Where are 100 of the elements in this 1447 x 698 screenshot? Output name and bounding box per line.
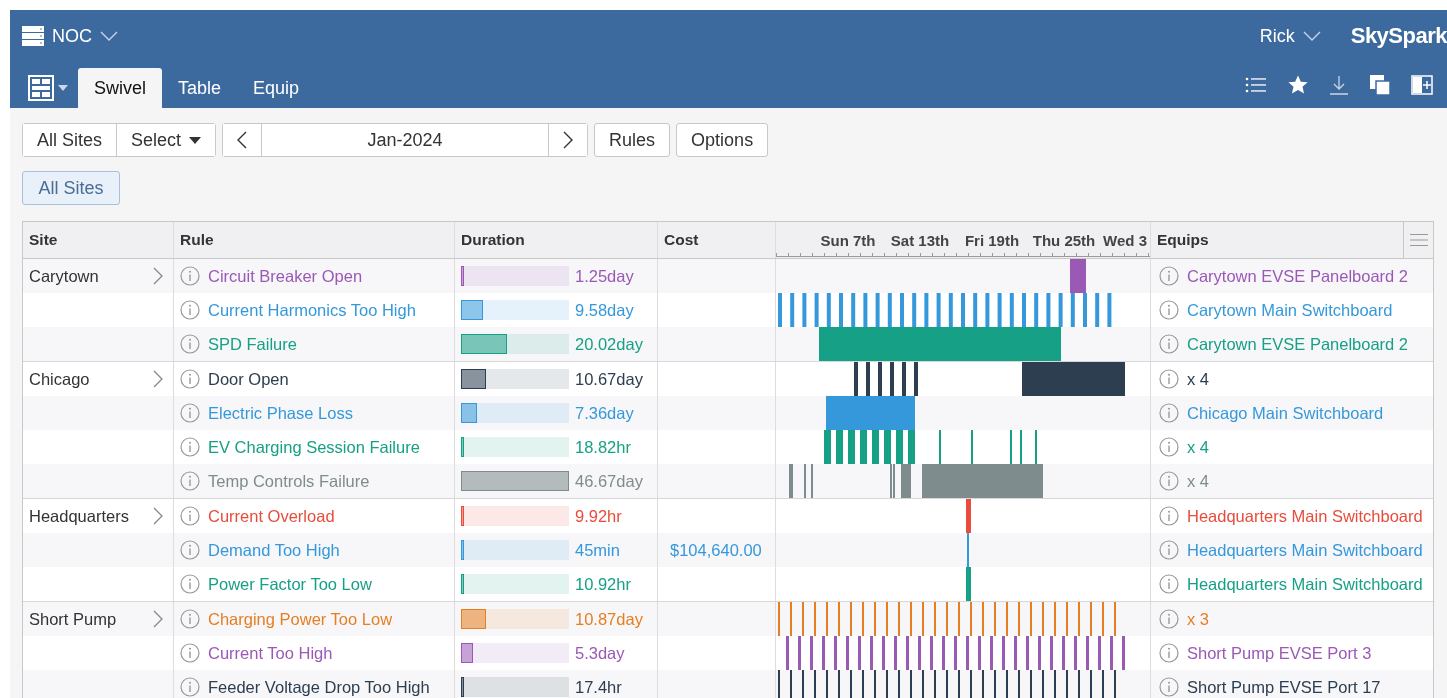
equip-link[interactable]: x 4	[1187, 437, 1209, 457]
rule-link[interactable]: Temp Controls Failure	[208, 471, 370, 491]
info-icon[interactable]	[180, 540, 200, 560]
options-button[interactable]: Options	[676, 123, 769, 157]
duration-value: 10.87day	[575, 609, 643, 629]
equip-link[interactable]: Short Pump EVSE Port 17	[1187, 677, 1381, 697]
equip-link[interactable]: Headquarters Main Switchboard	[1187, 574, 1423, 594]
rule-link[interactable]: Door Open	[208, 369, 289, 389]
info-icon[interactable]	[180, 677, 200, 697]
list-button[interactable]	[1245, 76, 1267, 94]
equip-link[interactable]: Carytown EVSE Panelboard 2	[1187, 266, 1409, 286]
info-icon[interactable]	[1159, 471, 1179, 491]
next-button[interactable]	[548, 124, 588, 156]
select-dropdown[interactable]: Select	[116, 124, 216, 156]
rule-link[interactable]: Circuit Breaker Open	[208, 266, 363, 286]
chevron-right-icon[interactable]	[153, 267, 163, 285]
rule-link[interactable]: Current Harmonics Too High	[208, 300, 416, 320]
info-icon[interactable]	[1159, 437, 1179, 457]
rule-link[interactable]: Charging Power Too Low	[208, 609, 393, 629]
equip-link[interactable]: Short Pump EVSE Port 3	[1187, 643, 1372, 663]
site-filter-chip[interactable]: All Sites	[22, 171, 120, 205]
chevron-right-icon[interactable]	[153, 507, 163, 525]
timeline-bar	[778, 602, 780, 636]
site-name: Carytown	[29, 266, 99, 286]
timeline-label: Thu 25th	[1032, 232, 1096, 249]
rule-link[interactable]: Power Factor Too Low	[208, 574, 372, 594]
info-icon[interactable]	[180, 437, 200, 457]
info-icon[interactable]	[1159, 403, 1179, 423]
info-icon[interactable]	[1159, 609, 1179, 629]
info-icon[interactable]	[180, 403, 200, 423]
timeline-label: Sat 13th	[890, 232, 950, 249]
rule-link[interactable]: Electric Phase Loss	[208, 403, 353, 423]
info-icon[interactable]	[1159, 369, 1179, 389]
chevron-left-icon	[237, 131, 248, 149]
rule-link[interactable]: SPD Failure	[208, 334, 297, 354]
copy-button[interactable]	[1369, 74, 1391, 96]
info-icon[interactable]	[180, 266, 200, 286]
duration-value: 5.3day	[575, 643, 625, 663]
rule-link[interactable]: Current Too High	[208, 643, 333, 663]
equip-link[interactable]: x 4	[1187, 369, 1209, 389]
site-name: Short Pump	[29, 609, 117, 629]
star-icon	[1287, 74, 1309, 96]
equip-link[interactable]: Carytown EVSE Panelboard 2	[1187, 334, 1409, 354]
chevron-right-icon[interactable]	[153, 370, 163, 388]
timeline-bar	[802, 293, 807, 327]
column-header: Cost	[664, 231, 699, 249]
download-icon	[1329, 74, 1349, 96]
tab[interactable]: Swivel	[78, 68, 162, 108]
duration-value: 17.4hr	[575, 677, 622, 697]
duration-value: 46.67day	[575, 471, 643, 491]
rule-link[interactable]: Feeder Voltage Drop Too High	[208, 677, 430, 697]
column-header: Duration	[461, 231, 525, 249]
equip-link[interactable]: Headquarters Main Switchboard	[1187, 540, 1423, 560]
info-icon[interactable]	[180, 300, 200, 320]
equip-link[interactable]: Carytown Main Switchboard	[1187, 300, 1393, 320]
column-header: Site	[29, 231, 58, 249]
rule-link[interactable]: Demand Too High	[208, 540, 340, 560]
info-icon[interactable]	[180, 574, 200, 594]
menu-icon	[1409, 233, 1428, 247]
timeline-label: Sun 7th	[820, 232, 876, 249]
info-icon[interactable]	[180, 506, 200, 526]
duration-value: 45min	[575, 540, 620, 560]
info-icon[interactable]	[180, 471, 200, 491]
cost-value: $104,640.00	[670, 540, 762, 560]
info-icon[interactable]	[1159, 266, 1179, 286]
project-menu[interactable]: NOC	[22, 25, 118, 47]
info-icon[interactable]	[1159, 506, 1179, 526]
caret-icon	[189, 136, 202, 144]
equip-link[interactable]: x 3	[1187, 609, 1209, 629]
column-header: Rule	[180, 231, 214, 249]
info-icon[interactable]	[1159, 540, 1179, 560]
info-icon[interactable]	[1159, 574, 1179, 594]
duration-value: 9.92hr	[575, 506, 622, 526]
add-panel-button[interactable]	[1411, 75, 1433, 95]
equip-link[interactable]: Headquarters Main Switchboard	[1187, 506, 1423, 526]
equip-link[interactable]: x 4	[1187, 471, 1209, 491]
tab[interactable]: Equip	[237, 68, 316, 108]
timeline-label: Fri 19th	[964, 232, 1020, 249]
rules-button[interactable]: Rules	[594, 123, 671, 157]
column-header: Equips	[1157, 231, 1209, 249]
user-menu[interactable]: Rick	[1259, 25, 1321, 47]
tab[interactable]: Table	[162, 68, 238, 108]
caret-icon	[58, 85, 68, 91]
info-icon[interactable]	[1159, 643, 1179, 663]
info-icon[interactable]	[1159, 677, 1179, 697]
info-icon[interactable]	[1159, 334, 1179, 354]
info-icon[interactable]	[180, 609, 200, 629]
equip-link[interactable]: Chicago Main Switchboard	[1187, 403, 1384, 423]
download-button[interactable]	[1329, 74, 1349, 96]
list-icon	[1245, 76, 1267, 94]
star-button[interactable]	[1287, 74, 1309, 96]
info-icon[interactable]	[1159, 300, 1179, 320]
info-icon[interactable]	[180, 643, 200, 663]
chevron-right-icon[interactable]	[153, 610, 163, 628]
timeline-label: Wed 3	[1103, 232, 1147, 249]
info-icon[interactable]	[180, 369, 200, 389]
rule-link[interactable]: EV Charging Session Failure	[208, 437, 420, 457]
rule-link[interactable]: Current Overload	[208, 506, 335, 526]
info-icon[interactable]	[180, 334, 200, 354]
brand-logo: SkySpark	[1350, 23, 1447, 49]
